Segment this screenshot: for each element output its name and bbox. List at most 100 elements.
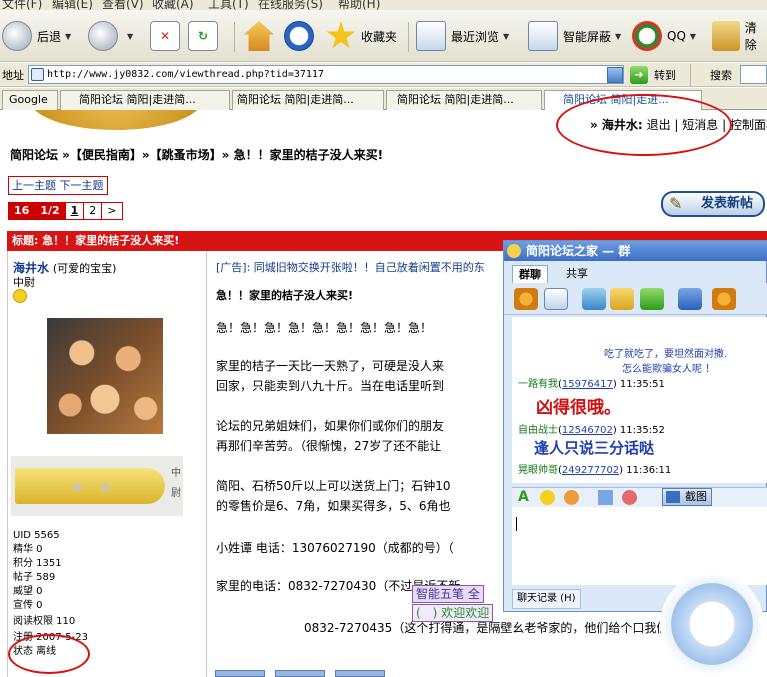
menu-favorites[interactable]: 收藏(A) (152, 0, 194, 10)
emoji-icon[interactable] (540, 490, 555, 505)
chat-sender-id[interactable]: 12546702 (562, 425, 613, 436)
chat-sender-line: 晃眼帅哥(249277702) 11:36:11 (518, 465, 672, 476)
stat-posts: 帖子 589 (13, 572, 56, 583)
pager: 16 1/2 1 2 > (8, 202, 123, 220)
menu-bar: 文件(F) 编辑(E) 查看(V) 收藏(A) 工具(T) 在线服务(S) 帮助… (0, 0, 767, 10)
qq-format-toolbar: A 截图 (512, 487, 767, 507)
qq-input-box[interactable] (512, 507, 767, 585)
chevron-down-icon[interactable]: ▼ (127, 32, 133, 41)
screenshot-label: 截图 (685, 490, 707, 503)
chat-sender[interactable]: 自由战士 (518, 425, 558, 436)
post-line: 家里的桔子一天比一天熟了，可硬是没人来 (216, 359, 445, 373)
tab-google[interactable]: Google (2, 90, 58, 110)
ad-banner[interactable]: [广告]: 同城旧物交换开张啦！！自己放着闲置不用的东 (216, 259, 485, 275)
favorites-button[interactable]: 收藏夹 (326, 18, 397, 54)
author-nick: (可爱的宝宝) (52, 262, 117, 275)
rank-badge: 中 尉 (11, 456, 183, 516)
menu-edit[interactable]: 编辑(E) (52, 0, 93, 10)
menu-view[interactable]: 查看(V) (102, 0, 144, 10)
forward-button[interactable]: ▼ (88, 18, 133, 54)
back-button[interactable]: 后退 ▼ (2, 18, 71, 54)
address-input[interactable]: http://www.jy0832.com/viewthread.php?tid… (28, 65, 624, 84)
post-action-button[interactable] (335, 670, 385, 677)
toolbar-separator (690, 64, 691, 86)
music-icon[interactable] (622, 490, 637, 505)
post-action-button[interactable] (215, 670, 265, 677)
breadcrumb[interactable]: 简阳论坛 »【便民指南】»【跳蚤市场】» 急！！家里的桔子没人来买! (10, 146, 383, 163)
font-icon[interactable]: A (518, 489, 529, 505)
pager-next[interactable]: > (102, 203, 121, 219)
post-title: 急！！家里的桔子没人来买! (216, 289, 354, 302)
clear-button[interactable]: 清除 (712, 18, 767, 54)
profile-icon[interactable] (712, 288, 736, 310)
recent-button[interactable]: 最近浏览 ▼ (416, 18, 509, 54)
post-line: 回家，只能卖到八九十斤。当在电话里听到 (216, 379, 445, 393)
prev-thread-link[interactable]: 上一主题 (12, 179, 56, 192)
chevron-down-icon[interactable]: ▼ (503, 32, 509, 41)
clock-icon (284, 21, 314, 51)
magic-emoji-icon[interactable] (564, 490, 579, 505)
tab-forum-3[interactable]: 简阳论坛 简阳|走进简... (386, 90, 542, 110)
new-post-label: 发表新帖 (700, 196, 753, 211)
stop-button[interactable]: ✕ (150, 18, 185, 54)
image-icon[interactable] (598, 490, 613, 505)
chat-sender[interactable]: 一路有我 (518, 379, 558, 390)
home-button[interactable] (244, 18, 279, 54)
address-dropdown-icon[interactable] (607, 67, 623, 83)
stop-icon: ✕ (150, 21, 180, 51)
chevron-down-icon[interactable]: ▼ (615, 32, 621, 41)
go-arrow-icon[interactable]: ➜ (630, 66, 648, 84)
post-line: 0832-7270435（这个打得通，是隔壁幺老爷家的，他们给个口我们多少 (304, 621, 693, 635)
smart-block-button[interactable]: 智能屏蔽 ▼ (528, 18, 621, 54)
chat-history-button[interactable]: 聊天记录 (H) (512, 589, 581, 609)
next-thread-link[interactable]: 下一主题 (60, 179, 104, 192)
mail-icon[interactable] (544, 288, 568, 310)
qq-button[interactable]: QQ ▼ (632, 18, 696, 54)
qq-icon (632, 21, 662, 51)
settings-icon[interactable] (678, 288, 702, 310)
author-name[interactable]: 海井水 (13, 261, 49, 275)
menu-online[interactable]: 在线服务(S) (258, 0, 323, 10)
stat-digest: 精华 0 (13, 544, 43, 555)
search-input[interactable] (740, 65, 767, 84)
menu-file[interactable]: 文件(F) (2, 0, 42, 10)
qq-title-bar[interactable]: 简阳论坛之家 — 群 (504, 241, 767, 261)
recent-label: 最近浏览 (451, 29, 500, 44)
refresh-button[interactable]: ↻ (188, 18, 223, 54)
tab-group-chat[interactable]: 群聊 (512, 265, 548, 283)
new-post-button[interactable]: ✎ 发表新帖 (661, 191, 765, 217)
control-panel-link[interactable]: 控制面板 (730, 118, 767, 132)
chat-sender[interactable]: 晃眼帅哥 (518, 465, 558, 476)
qq-group-icon (507, 244, 521, 258)
tab-share[interactable]: 共享 (560, 265, 594, 283)
clear-label: 清除 (744, 21, 757, 52)
menu-tools[interactable]: 工具(T) (208, 0, 249, 10)
search-label: 搜索 (710, 69, 732, 82)
post-line: 小姓谭 电话：13076027190（成都的号）（ (216, 541, 454, 555)
toolbar-separator (408, 22, 409, 52)
go-button[interactable]: 转到 (654, 67, 676, 83)
album-icon[interactable] (610, 288, 634, 310)
chat-sender-id[interactable]: 249277702 (562, 465, 619, 476)
pager-page-2[interactable]: 2 (84, 203, 103, 219)
history-button[interactable] (284, 18, 319, 54)
forum-logo (30, 110, 202, 130)
pager-page-1[interactable]: 1 (66, 203, 85, 219)
qq-title: 简阳论坛之家 — 群 (526, 244, 631, 258)
menu-help[interactable]: 帮助(H) (338, 0, 380, 10)
smiley-icon (13, 289, 27, 303)
chevron-down-icon[interactable]: ▼ (65, 32, 71, 41)
tab-forum-1[interactable]: 简阳论坛 简阳|走进简... (60, 90, 230, 110)
apps-icon[interactable] (640, 288, 664, 310)
ime-status-bar[interactable]: 智能五笔 全 (412, 585, 484, 603)
chat-sender-id[interactable]: 15976417 (562, 379, 613, 390)
post-action-button[interactable] (275, 670, 325, 677)
chat-time: 11:35:52 (619, 425, 665, 436)
screenshot-button[interactable]: 截图 (662, 488, 712, 506)
tab-forum-2[interactable]: 简阳论坛 简阳|走进简... (232, 90, 384, 110)
post-line: 的零售价是6、7角，如果买得多，5、6角也 (216, 499, 451, 513)
chevron-down-icon[interactable]: ▼ (690, 32, 696, 41)
tab-label: 简阳论坛 简阳|走进简... (79, 93, 196, 106)
file-transfer-icon[interactable] (582, 288, 606, 310)
members-icon[interactable] (514, 288, 538, 310)
